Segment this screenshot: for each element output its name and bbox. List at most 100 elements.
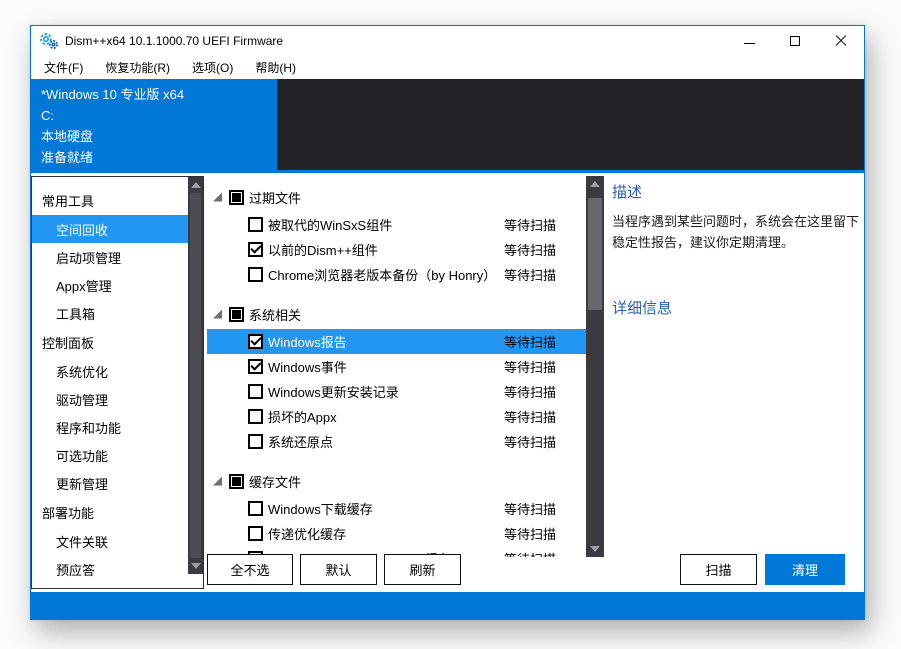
app-gears-icon (40, 33, 58, 49)
sidebar-item-3[interactable]: Appx管理 (32, 271, 188, 299)
sidebar-scrollbar[interactable] (188, 177, 203, 574)
item-status: 等待扫描 (503, 243, 556, 258)
item-label: 以前的Dism++组件 (268, 243, 378, 258)
cleanup-row-0-1[interactable]: 以前的Dism++组件 等待扫描 (207, 237, 586, 262)
item-status: 等待扫描 (503, 502, 556, 517)
close-icon (835, 35, 847, 47)
cleanup-list: 过期文件 被取代的WinSxS组件 等待扫描 以前的Dism++组件 等待扫描 Chrom… (207, 176, 604, 557)
item-checkbox[interactable] (248, 217, 263, 232)
sidebar-item-1[interactable]: 空间回收 (32, 215, 188, 243)
detail-description: 当程序遇到某些问题时，系统会在这里留下稳定性报告，建议你定期清理。 (612, 214, 860, 250)
scroll-up-icon[interactable] (590, 181, 600, 187)
minimize-icon (743, 43, 755, 44)
group-row-1[interactable]: 系统相关 (207, 299, 586, 329)
item-checkbox[interactable] (248, 501, 263, 516)
expand-icon[interactable] (213, 309, 222, 319)
item-label: 损坏的Appx (268, 410, 337, 425)
item-checkbox[interactable] (248, 359, 263, 374)
action-button-刷新[interactable]: 刷新 (384, 554, 461, 585)
list-scrollbar-thumb[interactable] (588, 198, 602, 310)
system-info-line-3: 准备就绪 (41, 150, 94, 165)
item-checkbox[interactable] (248, 242, 263, 257)
item-label: 传递优化缓存 (268, 527, 347, 542)
sidebar-item-11[interactable]: 部署功能 (32, 497, 188, 527)
item-label: Windows下载缓存 (268, 502, 373, 517)
cleanup-row-1-0[interactable]: Windows报告 等待扫描 (207, 329, 586, 354)
menu-item-2[interactable]: 选项(O) (181, 56, 244, 79)
item-checkbox[interactable] (248, 384, 263, 399)
sidebar-item-4[interactable]: 工具箱 (32, 299, 188, 327)
close-button[interactable] (818, 26, 864, 56)
sidebar-nav: 常用工具 空间回收 启动项管理 Appx管理 工具箱 控制面板 系统优化 驱动管理 程序和功能可… (31, 176, 204, 589)
item-status: 等待扫描 (504, 549, 556, 557)
sidebar-item-2[interactable]: 启动项管理 (32, 243, 188, 271)
group-checkbox[interactable] (229, 189, 244, 205)
item-checkbox[interactable] (248, 267, 263, 282)
sidebar-item-13[interactable]: 预应答 (32, 555, 188, 583)
action-button-扫描[interactable]: 扫描 (680, 554, 757, 585)
system-info-line-0: *Windows 10 专业版 x64 (41, 87, 185, 102)
menu-item-1[interactable]: 恢复功能(R) (94, 56, 181, 79)
cleanup-row-2-1[interactable]: 传递优化缓存 等待扫描 (207, 521, 586, 546)
cleanup-row-0-2[interactable]: Chrome浏览器老版本备份（by Honry） 等待扫描 (207, 262, 586, 287)
scroll-up-icon[interactable] (190, 182, 201, 188)
minimize-button[interactable] (726, 26, 772, 56)
group-checkbox[interactable] (229, 306, 244, 322)
header-dark-panel (277, 79, 864, 170)
sidebar-item-6[interactable]: 系统优化 (32, 357, 188, 385)
expand-icon[interactable] (213, 192, 222, 202)
cleanup-row-0-0[interactable]: 被取代的WinSxS组件 等待扫描 (207, 212, 586, 237)
item-status: 等待扫描 (503, 335, 556, 350)
scroll-down-icon[interactable] (590, 546, 600, 552)
item-status: 等待扫描 (503, 527, 556, 542)
item-checkbox[interactable] (248, 334, 263, 349)
group-label: 过期文件 (249, 190, 302, 206)
detail-heading: 描述 (612, 184, 643, 201)
sidebar-item-9[interactable]: 可选功能 (32, 441, 188, 469)
action-button-全不选[interactable]: 全不选 (207, 554, 293, 585)
item-checkbox[interactable] (248, 434, 263, 449)
content-area: 常用工具 空间回收 启动项管理 Appx管理 工具箱 控制面板 系统优化 驱动管理 程序和功能可… (31, 173, 864, 592)
item-status: 等待扫描 (503, 410, 556, 425)
cleanup-row-1-2[interactable]: Windows更新安装记录 等待扫描 (207, 379, 586, 404)
cleanup-row-2-0[interactable]: Windows下载缓存 等待扫描 (207, 496, 586, 521)
item-label: Windows更新安装记录 (268, 385, 399, 400)
group-label: 系统相关 (249, 307, 302, 323)
cleanup-row-1-4[interactable]: 系统还原点 等待扫描 (207, 429, 586, 454)
action-button-默认[interactable]: 默认 (300, 554, 377, 585)
item-status: 等待扫描 (503, 218, 556, 233)
group-row-2[interactable]: 缓存文件 (207, 466, 586, 496)
system-info-line-2: 本地硬盘 (41, 129, 94, 144)
system-info: *Windows 10 专业版 x64 C: 本地硬盘准备就绪 (41, 84, 184, 168)
item-label: 被取代的WinSxS组件 (268, 218, 393, 233)
sidebar-item-7[interactable]: 驱动管理 (32, 385, 188, 413)
cleanup-row-1-1[interactable]: Windows事件 等待扫描 (207, 354, 586, 379)
group-checkbox[interactable] (229, 473, 244, 489)
item-label: 系统还原点 (268, 435, 334, 450)
sidebar-item-5[interactable]: 控制面板 (32, 327, 188, 357)
group-row-0[interactable]: 过期文件 (207, 182, 586, 212)
sidebar-scrollbar-thumb[interactable] (190, 193, 201, 558)
item-checkbox[interactable] (248, 526, 263, 541)
system-info-line-1: C: (41, 108, 54, 123)
scroll-down-icon[interactable] (190, 563, 201, 569)
detail-info-link[interactable]: 详细信息 (612, 297, 672, 318)
list-scrollbar[interactable] (586, 176, 604, 557)
menu-bar: 文件(F) 恢复功能(R) 选项(O) 帮助(H) (31, 56, 864, 79)
item-checkbox[interactable] (248, 409, 263, 424)
window-title: Dism++x64 10.1.1000.70 UEFI Firmware (65, 34, 284, 48)
item-status: 等待扫描 (503, 435, 556, 450)
title-bar[interactable]: Dism++x64 10.1.1000.70 UEFI Firmware (31, 26, 864, 56)
expand-icon[interactable] (213, 476, 222, 486)
sidebar-item-10[interactable]: 更新管理 (32, 469, 188, 497)
sidebar-item-8[interactable]: 程序和功能 (32, 413, 188, 441)
cleanup-row-1-3[interactable]: 损坏的Appx 等待扫描 (207, 404, 586, 429)
maximize-button[interactable] (772, 26, 818, 56)
menu-item-3[interactable]: 帮助(H) (244, 56, 307, 79)
item-status: 等待扫描 (503, 360, 556, 375)
sidebar-item-12[interactable]: 文件关联 (32, 527, 188, 555)
menu-item-0[interactable]: 文件(F) (33, 56, 94, 79)
sidebar-item-0[interactable]: 常用工具 (32, 185, 188, 215)
action-button-清理[interactable]: 清理 (765, 554, 845, 585)
item-status: 等待扫描 (503, 268, 556, 283)
